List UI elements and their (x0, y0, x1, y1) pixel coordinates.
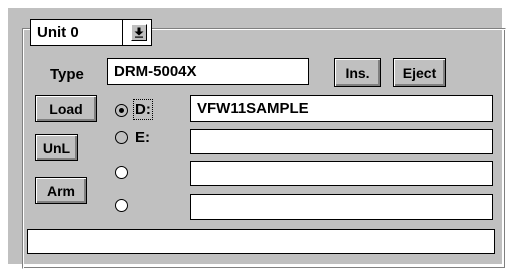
eject-button[interactable]: Eject (393, 58, 446, 87)
type-field[interactable]: DRM-5004X (107, 58, 309, 85)
drive-4-field[interactable] (190, 194, 493, 220)
unit-select-dropdown-button[interactable] (127, 20, 151, 45)
unload-button[interactable]: UnL (35, 134, 78, 161)
radio-selected-dot (118, 107, 124, 113)
unit-panel: Unit 0 Type DRM-5004X Ins. Eject Load Un… (8, 8, 506, 269)
type-label: Type (50, 66, 84, 83)
unit-select[interactable]: Unit 0 (30, 19, 152, 46)
drive-3-field[interactable] (190, 161, 493, 186)
status-field (27, 229, 495, 254)
unit-select-separator (122, 20, 123, 45)
drive-e-radio[interactable] (115, 131, 128, 144)
drive-e-label: E: (135, 129, 150, 146)
drive-d-radio[interactable] (115, 104, 128, 117)
unit-select-value: Unit 0 (37, 24, 79, 41)
drive-e-field[interactable] (190, 129, 493, 154)
insert-button[interactable]: Ins. (334, 58, 381, 87)
drive-d-field[interactable]: VFW11SAMPLE (190, 95, 493, 122)
drive-3-radio[interactable] (115, 166, 128, 179)
load-button[interactable]: Load (35, 95, 97, 122)
drive-d-label: D: (133, 99, 153, 120)
down-arrow-icon (134, 27, 144, 38)
drive-4-radio[interactable] (115, 199, 128, 212)
arm-button[interactable]: Arm (35, 177, 87, 204)
